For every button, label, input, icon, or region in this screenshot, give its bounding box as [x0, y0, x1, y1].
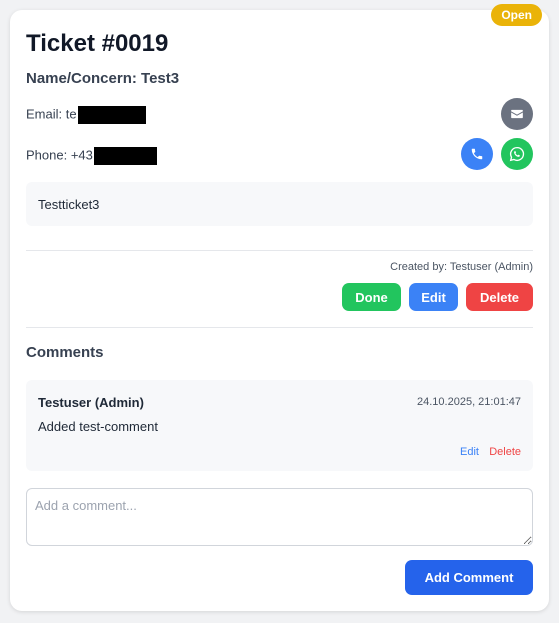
divider	[26, 250, 533, 251]
delete-button[interactable]: Delete	[466, 283, 533, 311]
redacted-email	[77, 106, 146, 124]
comment-text: Added test-comment	[38, 419, 158, 434]
divider	[26, 327, 533, 328]
add-comment-button[interactable]: Add Comment	[405, 560, 533, 595]
ticket-description: Testticket3	[26, 182, 533, 226]
email-button[interactable]	[501, 98, 533, 130]
phone-row: Phone: +43	[26, 147, 157, 165]
done-button[interactable]: Done	[342, 283, 401, 311]
call-button[interactable]	[461, 138, 493, 170]
whatsapp-icon	[509, 146, 525, 162]
phone-label: Phone: +43	[26, 147, 93, 163]
whatsapp-button[interactable]	[501, 138, 533, 170]
phone-icon	[471, 148, 483, 160]
edit-button[interactable]: Edit	[409, 283, 458, 311]
comment-author: Testuser (Admin)	[38, 395, 144, 410]
comments-heading: Comments	[26, 344, 104, 361]
comment-edit-link[interactable]: Edit	[460, 446, 479, 458]
redacted-phone	[93, 147, 157, 165]
comment-timestamp: 24.10.2025, 21:01:47	[417, 396, 521, 408]
status-badge: Open	[491, 4, 542, 26]
comment-delete-link[interactable]: Delete	[489, 446, 521, 458]
email-label: Email: te	[26, 106, 77, 122]
ticket-title: Ticket #0019	[26, 30, 169, 57]
comment-input[interactable]	[26, 488, 533, 546]
ticket-concern: Name/Concern: Test3	[26, 70, 180, 87]
comment-item: Testuser (Admin) 24.10.2025, 21:01:47 Ad…	[26, 380, 533, 471]
mail-icon	[511, 109, 523, 119]
created-by: Created by: Testuser (Admin)	[390, 261, 533, 273]
ticket-card: Open Ticket #0019 Name/Concern: Test3 Em…	[10, 4, 549, 611]
email-row: Email: te	[26, 106, 146, 124]
